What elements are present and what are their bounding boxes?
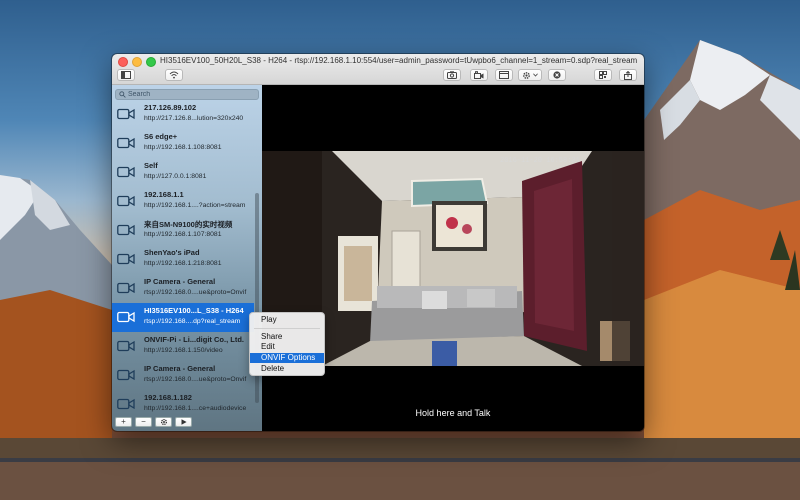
qr-code-icon bbox=[599, 71, 607, 79]
camera-url: rtsp://192.168.0....ue&proto=Onvif bbox=[144, 376, 247, 383]
context-menu: Play Share Edit ONVIF Options Delete bbox=[249, 312, 325, 376]
sidebar-icon bbox=[121, 71, 131, 79]
gear-icon bbox=[523, 71, 530, 79]
video-timestamp: 2016-11-20 16:58:31 bbox=[500, 157, 580, 165]
settings-menu-button[interactable] bbox=[518, 69, 542, 81]
wifi-icon bbox=[169, 71, 179, 79]
context-menu-item-delete[interactable]: Delete bbox=[250, 364, 324, 374]
gear-icon bbox=[160, 418, 167, 426]
camera-name: 来自SM-N9100的实时视频 bbox=[144, 220, 233, 229]
window-mode-button[interactable] bbox=[495, 69, 513, 81]
video-camera-icon bbox=[117, 398, 135, 410]
camera-list-item[interactable]: ShenYao's iPad http://192.168.1.218:8081 bbox=[112, 245, 254, 274]
context-menu-item-play[interactable]: Play bbox=[250, 315, 324, 325]
menu-separator bbox=[254, 328, 320, 329]
toggle-sidebar-button[interactable] bbox=[117, 69, 135, 81]
camera-name: ONVIF-Pi - Li...digit Co., Ltd. bbox=[144, 335, 244, 344]
remove-camera-button[interactable]: − bbox=[135, 417, 152, 427]
window-icon bbox=[499, 71, 509, 79]
app-window: HI3516EV100_50H20L_S38 - H264 - rtsp://1… bbox=[112, 54, 644, 431]
search-field[interactable] bbox=[115, 89, 259, 100]
camera-url: http://192.168.1.218:8081 bbox=[144, 260, 222, 267]
video-camera-icon bbox=[474, 71, 484, 79]
camera-list-item[interactable]: 192.168.1.182 http://192.168.1....ce+audi… bbox=[112, 390, 254, 419]
minimize-window-button[interactable] bbox=[132, 57, 142, 67]
video-camera-icon bbox=[117, 137, 135, 149]
video-camera-icon bbox=[117, 224, 135, 236]
camera-list-item[interactable]: 192.168.1.1 http://192.168.1....?action=s… bbox=[112, 187, 254, 216]
context-menu-item-onvif-options[interactable]: ONVIF Options bbox=[250, 353, 324, 363]
video-view[interactable]: 2016-11-20 16:58:31 Hold here and Talk bbox=[262, 85, 644, 431]
window-title: HI3516EV100_50H20L_S38 - H264 - rtsp://1… bbox=[160, 56, 638, 65]
camera-url: rtsp://192.168.0....ue&proto=Onvif bbox=[144, 289, 247, 296]
camera-list-item[interactable]: IP Camera - General rtsp://192.168.0....u… bbox=[112, 274, 254, 303]
camera-name: 192.168.1.1 bbox=[144, 190, 184, 199]
sidebar-bottom-bar: + − bbox=[115, 417, 192, 427]
camera-icon bbox=[447, 71, 457, 79]
video-camera-icon bbox=[117, 282, 135, 294]
camera-settings-button[interactable] bbox=[155, 417, 172, 427]
qr-code-button[interactable] bbox=[594, 69, 612, 81]
video-camera-icon bbox=[117, 108, 135, 120]
camera-name: ShenYao's iPad bbox=[144, 248, 200, 257]
search-icon bbox=[119, 91, 126, 98]
camera-url: http://192.168.1.107:8081 bbox=[144, 231, 222, 238]
share-icon bbox=[624, 70, 632, 80]
record-button[interactable] bbox=[470, 69, 488, 81]
close-circle-icon bbox=[553, 71, 561, 79]
camera-url: http://192.168.1....?action=stream bbox=[144, 202, 246, 209]
camera-url: http://192.168.1....ce+audiodevice bbox=[144, 405, 247, 412]
camera-list-item[interactable]: 来自SM-N9100的实时视频 http://192.168.1.107:8081 bbox=[112, 216, 254, 245]
camera-name: 217.126.89.102 bbox=[144, 103, 197, 112]
play-icon bbox=[181, 419, 187, 425]
camera-list-item[interactable]: Self http://127.0.0.1:8081 bbox=[112, 158, 254, 187]
video-camera-icon bbox=[117, 166, 135, 178]
camera-sidebar: 217.126.89.102 http://217.126.8...lution=… bbox=[112, 85, 262, 431]
camera-url: http://217.126.8...lution=320x240 bbox=[144, 115, 244, 122]
camera-name: IP Camera - General bbox=[144, 277, 216, 286]
stop-button[interactable] bbox=[548, 69, 566, 81]
camera-list-item[interactable]: S6 edge+ http://192.168.1.108:8081 bbox=[112, 129, 254, 158]
video-camera-icon bbox=[117, 369, 135, 381]
camera-name: HI3516EV100...L_S38 - H264 bbox=[144, 306, 244, 315]
search-input[interactable] bbox=[128, 90, 256, 99]
camera-list-item[interactable]: HI3516EV100...L_S38 - H264 rtsp://192.168… bbox=[112, 303, 254, 332]
camera-name: 192.168.1.182 bbox=[144, 393, 192, 402]
camera-name: Self bbox=[144, 161, 158, 170]
camera-url: http://192.168.1.108:8081 bbox=[144, 144, 222, 151]
share-button[interactable] bbox=[619, 69, 637, 81]
close-window-button[interactable] bbox=[118, 57, 128, 67]
maximize-window-button[interactable] bbox=[146, 57, 156, 67]
camera-list-item[interactable]: 217.126.89.102 http://217.126.8...lution=… bbox=[112, 100, 254, 129]
camera-url: rtsp://192.168....dp?real_stream bbox=[144, 318, 241, 325]
play-camera-button[interactable] bbox=[175, 417, 192, 427]
hold-to-talk-button[interactable]: Hold here and Talk bbox=[262, 408, 644, 418]
title-bar: HI3516EV100_50H20L_S38 - H264 - rtsp://1… bbox=[112, 54, 644, 85]
video-camera-icon bbox=[117, 195, 135, 207]
chevron-down-icon bbox=[533, 73, 538, 77]
add-camera-button[interactable]: + bbox=[115, 417, 132, 427]
wifi-discover-button[interactable] bbox=[165, 69, 183, 81]
camera-list-item[interactable]: IP Camera - General rtsp://192.168.0....u… bbox=[112, 361, 254, 390]
camera-name: IP Camera - General bbox=[144, 364, 216, 373]
video-camera-icon bbox=[117, 253, 135, 265]
camera-url: http://127.0.0.1:8081 bbox=[144, 173, 207, 180]
camera-url: http://192.168.1.150/video bbox=[144, 347, 223, 354]
video-camera-icon bbox=[117, 340, 135, 352]
snapshot-button[interactable] bbox=[443, 69, 461, 81]
context-menu-item-edit[interactable]: Edit bbox=[250, 342, 324, 352]
video-camera-icon bbox=[117, 311, 135, 323]
camera-list-item[interactable]: ONVIF-Pi - Li...digit Co., Ltd. http://19… bbox=[112, 332, 254, 361]
context-menu-item-share[interactable]: Share bbox=[250, 332, 324, 342]
camera-name: S6 edge+ bbox=[144, 132, 178, 141]
